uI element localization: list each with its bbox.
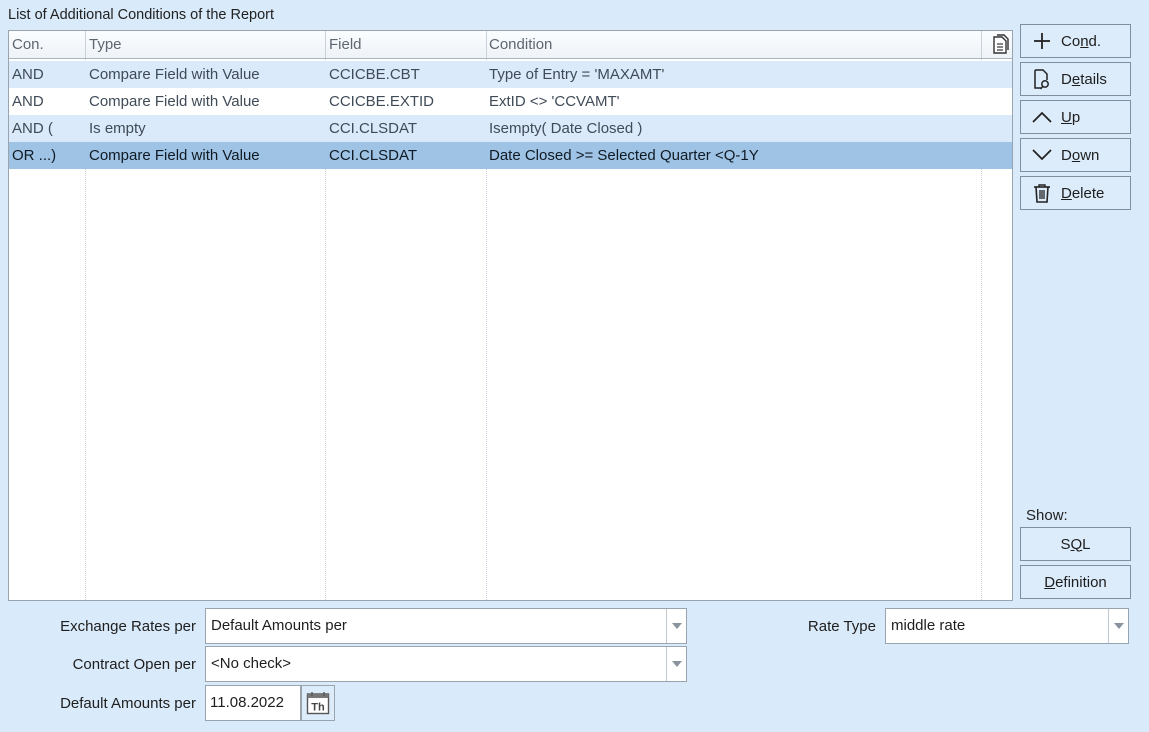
- show-sql-button[interactable]: SQL: [1020, 527, 1131, 561]
- delete-button[interactable]: Delete: [1020, 176, 1131, 210]
- move-down-button[interactable]: Down: [1020, 138, 1131, 172]
- cell-con: AND: [12, 66, 44, 83]
- move-down-label: Down: [1061, 146, 1100, 164]
- cell-type: Compare Field with Value: [89, 147, 260, 164]
- move-up-label: Up: [1061, 108, 1081, 126]
- cell-condition: ExtID <> 'CCVAMT': [489, 93, 620, 110]
- column-header-field[interactable]: Field: [329, 36, 362, 53]
- cell-field: CCICBE.CBT: [329, 66, 420, 83]
- document-search-icon: [1031, 68, 1053, 90]
- cell-con: AND: [12, 93, 44, 110]
- rate-type-value: middle rate: [891, 617, 966, 634]
- rate-type-select[interactable]: middle rate: [885, 608, 1129, 644]
- column-header-con[interactable]: Con.: [12, 36, 44, 53]
- contract-open-value: <No check>: [211, 655, 292, 672]
- chevron-down-icon: [1031, 144, 1053, 166]
- dropdown-arrow-icon[interactable]: [666, 647, 686, 681]
- default-amounts-label: Default Amounts per: [60, 695, 196, 712]
- chevron-up-icon: [1031, 106, 1053, 128]
- exchange-rates-value: Default Amounts per: [211, 617, 347, 634]
- list-title: List of Additional Conditions of the Rep…: [8, 7, 274, 23]
- contract-open-label: Contract Open per: [72, 656, 196, 673]
- calendar-button[interactable]: Th: [301, 685, 335, 721]
- calendar-icon-text: Th: [311, 702, 325, 714]
- cell-con: OR ...): [12, 147, 57, 164]
- table-row-selected[interactable]: OR ...) Compare Field with Value CCI.CLS…: [9, 142, 1012, 169]
- copy-icon[interactable]: [991, 34, 1011, 56]
- move-up-button[interactable]: Up: [1020, 100, 1131, 134]
- cell-type: Is empty: [89, 120, 146, 137]
- default-amounts-date-value: 11.08.2022: [210, 694, 284, 711]
- column-header-condition[interactable]: Condition: [489, 36, 552, 53]
- show-definition-button[interactable]: Definition: [1020, 565, 1131, 599]
- exchange-rates-select[interactable]: Default Amounts per: [205, 608, 687, 644]
- cell-field: CCICBE.EXTID: [329, 93, 435, 110]
- cell-condition: Isempty( Date Closed ): [489, 120, 643, 137]
- add-condition-button[interactable]: Cond.: [1020, 24, 1131, 58]
- delete-label: Delete: [1061, 184, 1105, 202]
- exchange-rates-label: Exchange Rates per: [60, 618, 196, 635]
- table-row[interactable]: AND Compare Field with Value CCICBE.EXTI…: [9, 88, 1012, 115]
- add-condition-label: Cond.: [1061, 32, 1102, 50]
- cell-condition: Type of Entry = 'MAXAMT': [489, 66, 665, 83]
- trash-icon: [1031, 182, 1053, 204]
- table-row[interactable]: AND ( Is empty CCI.CLSDAT Isempty( Date …: [9, 115, 1012, 142]
- cell-type: Compare Field with Value: [89, 66, 260, 83]
- table-row[interactable]: AND Compare Field with Value CCICBE.CBT …: [9, 61, 1012, 88]
- calendar-icon: Th: [306, 692, 330, 715]
- cell-type: Compare Field with Value: [89, 93, 260, 110]
- contract-open-select[interactable]: <No check>: [205, 646, 687, 682]
- dropdown-arrow-icon[interactable]: [666, 609, 686, 643]
- show-definition-label: Definition: [1044, 573, 1107, 591]
- grid-header: Con. Type Field Condition: [9, 31, 1012, 59]
- dropdown-arrow-icon[interactable]: [1108, 609, 1128, 643]
- cell-con: AND (: [12, 120, 53, 137]
- column-header-type[interactable]: Type: [89, 36, 122, 53]
- cell-field: CCI.CLSDAT: [329, 147, 418, 164]
- conditions-grid[interactable]: Con. Type Field Condition AND Compare Fi…: [8, 30, 1013, 601]
- plus-icon: [1031, 30, 1053, 52]
- rate-type-label: Rate Type: [807, 618, 876, 635]
- details-button[interactable]: Details: [1020, 62, 1131, 96]
- default-amounts-date-input[interactable]: 11.08.2022: [205, 685, 301, 721]
- show-sql-label: SQL: [1060, 535, 1091, 553]
- details-label: Details: [1061, 70, 1107, 88]
- show-label: Show:: [1026, 507, 1068, 524]
- cell-field: CCI.CLSDAT: [329, 120, 418, 137]
- cell-condition: Date Closed >= Selected Quarter <Q-1Y: [489, 147, 759, 164]
